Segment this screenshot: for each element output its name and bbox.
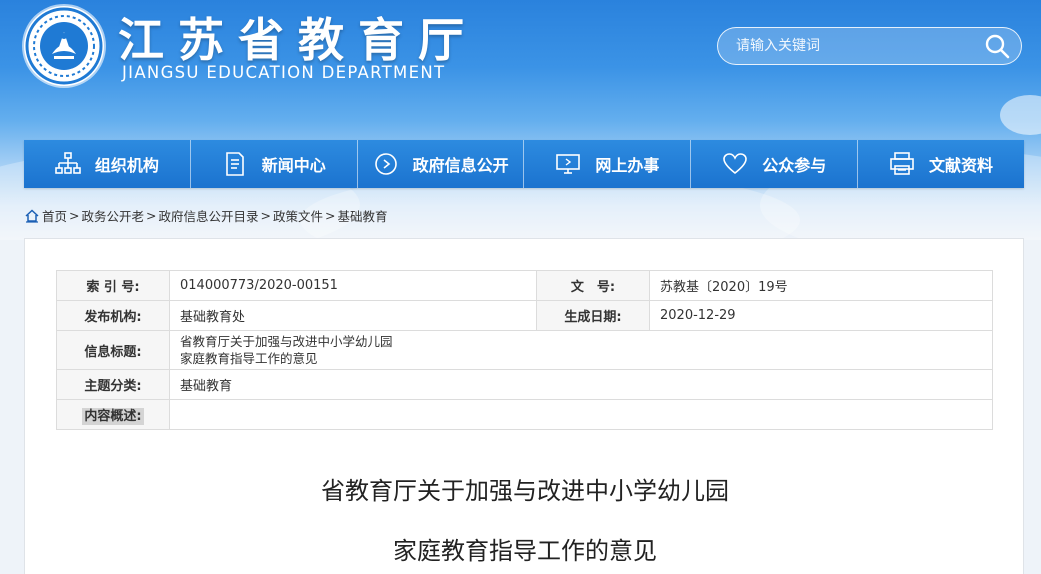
breadcrumb-separator: > (260, 208, 271, 223)
document-list-icon (225, 152, 244, 176)
info-title-label: 信息标题: (56, 330, 170, 370)
home-icon (25, 208, 39, 223)
nav-item-news[interactable]: 新闻中心 (191, 140, 358, 188)
topic-value: 基础教育 (169, 369, 993, 400)
article-title-line2: 家庭教育指导工作的意见 (393, 537, 657, 565)
info-title-value: 省教育厅关于加强与改进中小学幼儿园 家庭教育指导工作的意见 (169, 330, 993, 370)
main-nav: 组织机构 新闻中心 政府信息公开 网上办事 公众参与 文献资料 (24, 140, 1024, 188)
article-title-line1: 省教育厅关于加强与改进中小学幼儿园 (321, 477, 729, 505)
nav-label: 文献资料 (929, 156, 994, 175)
search-button[interactable] (983, 32, 1011, 60)
site-title[interactable]: 江苏省教育厅 (118, 4, 478, 70)
nav-label: 新闻中心 (261, 156, 326, 175)
breadcrumb-gov-affairs[interactable]: 政务公开老 (82, 206, 145, 225)
nav-label: 公众参与 (762, 156, 827, 175)
header-banner: 江苏省教育厅 JIANGSU EDUCATION DEPARTMENT (0, 0, 1041, 240)
summary-label: 内容概述: (82, 408, 144, 425)
date-value: 2020-12-29 (649, 300, 993, 331)
seal-icon (25, 7, 103, 85)
summary-value (169, 399, 993, 430)
table-row: 信息标题: 省教育厅关于加强与改进中小学幼儿园 家庭教育指导工作的意见 (56, 330, 993, 370)
department-logo[interactable] (24, 6, 104, 86)
summary-label-cell: 内容概述: (56, 399, 170, 430)
heart-icon (723, 153, 748, 175)
nav-label: 政府信息公开 (412, 156, 509, 175)
info-title-line: 省教育厅关于加强与改进中小学幼儿园 (180, 334, 393, 349)
breadcrumb-home[interactable]: 首页 (42, 206, 67, 225)
breadcrumb-basic-education[interactable]: 基础教育 (338, 206, 388, 225)
search-icon (985, 34, 1010, 59)
publisher-value: 基础教育处 (169, 300, 537, 331)
nav-item-documents[interactable]: 文献资料 (858, 140, 1024, 188)
topic-label: 主题分类: (56, 369, 170, 400)
search-input[interactable] (717, 27, 1022, 65)
publisher-label: 发布机构: (56, 300, 170, 331)
nav-item-organization[interactable]: 组织机构 (24, 140, 191, 188)
info-title-line: 家庭教育指导工作的意见 (180, 351, 318, 366)
index-value: 014000773/2020-00151 (169, 270, 537, 301)
date-label: 生成日期: (536, 300, 650, 331)
breadcrumb-policy-docs[interactable]: 政策文件 (273, 206, 323, 225)
breadcrumb: 首页 > 政务公开老 > 政府信息公开目录 > 政策文件 > 基础教育 (25, 206, 388, 225)
docno-value: 苏教基〔2020〕19号 (649, 270, 993, 301)
table-row: 索 引 号: 014000773/2020-00151 文 号: 苏教基〔202… (56, 270, 993, 301)
cloud-decoration (1000, 95, 1041, 135)
breadcrumb-gov-info-catalog[interactable]: 政府信息公开目录 (159, 206, 259, 225)
site-subtitle: JIANGSU EDUCATION DEPARTMENT (122, 63, 446, 82)
document-meta-table: 索 引 号: 014000773/2020-00151 文 号: 苏教基〔202… (56, 270, 993, 430)
table-row: 发布机构: 基础教育处 生成日期: 2020-12-29 (56, 300, 993, 331)
table-row: 内容概述: (56, 399, 993, 430)
printer-icon (890, 152, 914, 175)
table-row: 主题分类: 基础教育 (56, 369, 993, 400)
org-chart-icon (55, 152, 81, 174)
docno-label: 文 号: (536, 270, 650, 301)
index-label: 索 引 号: (56, 270, 170, 301)
nav-label: 网上办事 (595, 156, 660, 175)
nav-item-public-participation[interactable]: 公众参与 (691, 140, 859, 188)
monitor-icon (556, 154, 581, 174)
breadcrumb-separator: > (325, 208, 336, 223)
nav-item-gov-info[interactable]: 政府信息公开 (358, 140, 525, 188)
breadcrumb-separator: > (146, 208, 157, 223)
breadcrumb-separator: > (69, 208, 80, 223)
content-panel: 索 引 号: 014000773/2020-00151 文 号: 苏教基〔202… (24, 238, 1024, 574)
nav-label: 组织机构 (94, 156, 159, 175)
nav-item-online-service[interactable]: 网上办事 (524, 140, 692, 188)
play-circle-icon (374, 153, 397, 175)
